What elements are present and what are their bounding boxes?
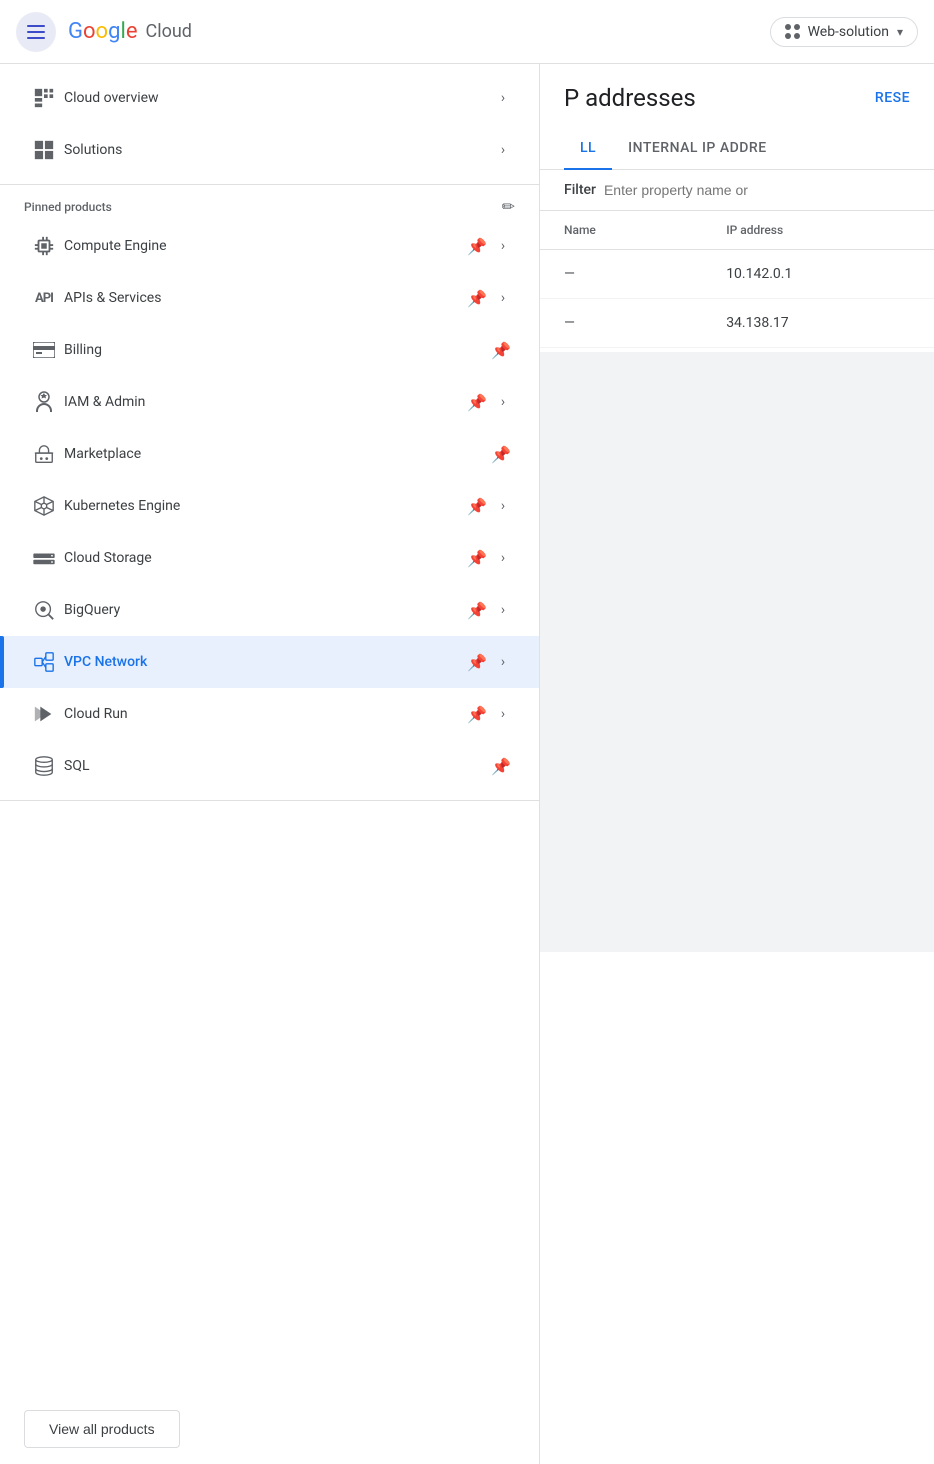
sidebar-item-compute-engine[interactable]: Compute Engine 📌 ›	[0, 220, 539, 272]
ip-tabs: LL INTERNAL IP ADDRE	[540, 128, 934, 170]
arrow-right-icon: ›	[491, 494, 515, 518]
cloud-text: Cloud	[145, 21, 191, 42]
pin-icon: 📌	[463, 388, 491, 416]
arrow-right-icon: ›	[491, 546, 515, 570]
row-name: —	[540, 250, 702, 299]
pinned-header: Pinned products ✏	[0, 185, 539, 220]
col-name: Name	[540, 211, 702, 250]
pinned-title: Pinned products	[24, 200, 112, 214]
sidebar-item-billing[interactable]: Billing 📌	[0, 324, 539, 376]
sidebar-label-solutions: Solutions	[64, 142, 491, 158]
filter-label: Filter	[564, 182, 596, 198]
google-logo: Google	[68, 19, 137, 44]
sidebar-label-kubernetes: Kubernetes Engine	[64, 498, 463, 514]
pin-icon: 📌	[463, 544, 491, 572]
sidebar-divider	[0, 800, 539, 801]
sidebar-item-cloud-storage[interactable]: Cloud Storage 📌 ›	[0, 532, 539, 584]
kubernetes-icon	[24, 495, 64, 517]
ip-page-header: P addresses RESE	[540, 64, 934, 112]
pin-icon: 📌	[487, 440, 515, 468]
menu-button[interactable]	[16, 12, 56, 52]
tab-internal[interactable]: INTERNAL IP ADDRE	[612, 128, 783, 170]
sidebar-item-cloud-overview[interactable]: Cloud overview ›	[0, 72, 539, 124]
sidebar-item-iam-admin[interactable]: IAM & Admin 📌 ›	[0, 376, 539, 428]
pin-icon: 📌	[463, 596, 491, 624]
arrow-right-icon: ›	[491, 86, 515, 110]
sidebar-label-marketplace: Marketplace	[64, 446, 487, 462]
project-selector[interactable]: Web-solution ▾	[770, 17, 918, 47]
sidebar-label-billing: Billing	[64, 342, 487, 358]
sidebar-label-compute-engine: Compute Engine	[64, 238, 463, 254]
sidebar-item-marketplace[interactable]: Marketplace 📌	[0, 428, 539, 480]
pin-icon: 📌	[463, 232, 491, 260]
sidebar-label-bigquery: BigQuery	[64, 602, 463, 618]
row-name: —	[540, 299, 702, 348]
solutions-icon	[24, 139, 64, 161]
sidebar-label-vpc: VPC Network	[64, 654, 463, 670]
hamburger-icon	[27, 25, 45, 39]
arrow-right-icon: ›	[491, 390, 515, 414]
view-all-products-button[interactable]: View all products	[24, 1410, 180, 1448]
filter-bar: Filter	[540, 170, 934, 211]
sidebar-item-cloud-run[interactable]: Cloud Run 📌 ›	[0, 688, 539, 740]
pin-icon: 📌	[487, 336, 515, 364]
arrow-right-icon: ›	[491, 650, 515, 674]
sidebar-label-iam: IAM & Admin	[64, 394, 463, 410]
reserve-button[interactable]: RESE	[875, 90, 910, 106]
sidebar-item-apis-services[interactable]: API APIs & Services 📌 ›	[0, 272, 539, 324]
pin-icon: 📌	[463, 700, 491, 728]
pin-icon: 📌	[463, 492, 491, 520]
col-ip: IP address	[702, 211, 934, 250]
ip-table: Name IP address — 10.142.0.1 — 34.138.17	[540, 211, 934, 348]
view-all-container: View all products	[0, 1394, 539, 1464]
sidebar-item-solutions[interactable]: Solutions ›	[0, 124, 539, 176]
pin-icon: 📌	[463, 648, 491, 676]
arrow-right-icon: ›	[491, 702, 515, 726]
arrow-right-icon: ›	[491, 138, 515, 162]
project-icon	[785, 24, 800, 39]
cloud-run-icon	[24, 703, 64, 725]
row-ip: 10.142.0.1	[702, 250, 934, 299]
empty-content-area	[540, 352, 934, 952]
cloud-overview-icon	[24, 87, 64, 109]
row-ip: 34.138.17	[702, 299, 934, 348]
tab-all[interactable]: LL	[564, 128, 612, 170]
sidebar-item-kubernetes[interactable]: Kubernetes Engine 📌 ›	[0, 480, 539, 532]
table-row[interactable]: — 34.138.17	[540, 299, 934, 348]
sidebar-label-storage: Cloud Storage	[64, 550, 463, 566]
billing-icon	[24, 342, 64, 358]
sidebar-label-cloud-overview: Cloud overview	[64, 90, 491, 106]
project-name: Web-solution	[808, 24, 889, 40]
pin-icon: 📌	[487, 752, 515, 780]
iam-icon	[24, 391, 64, 413]
marketplace-icon	[24, 443, 64, 465]
sidebar-label-apis: APIs & Services	[64, 290, 463, 306]
sidebar-item-sql[interactable]: SQL 📌	[0, 740, 539, 792]
sidebar-item-vpc-network[interactable]: VPC Network 📌 ›	[0, 636, 539, 688]
sidebar-label-cloud-run: Cloud Run	[64, 706, 463, 722]
sidebar-label-sql: SQL	[64, 758, 487, 774]
compute-engine-icon	[24, 235, 64, 257]
main-layout: Cloud overview › Solutions › Pinned prod…	[0, 64, 934, 1464]
edit-icon[interactable]: ✏	[502, 197, 515, 216]
right-content: P addresses RESE LL INTERNAL IP ADDRE Fi…	[540, 64, 934, 1464]
page-title: P addresses	[564, 84, 696, 112]
arrow-right-icon: ›	[491, 598, 515, 622]
cloud-storage-icon	[24, 550, 64, 566]
sql-icon	[24, 755, 64, 777]
sidebar-nav-section: Cloud overview › Solutions ›	[0, 64, 539, 185]
bigquery-icon	[24, 599, 64, 621]
pin-icon: 📌	[463, 284, 491, 312]
apis-icon: API	[24, 291, 64, 306]
sidebar: Cloud overview › Solutions › Pinned prod…	[0, 64, 540, 1464]
topbar: Google Cloud Web-solution ▾	[0, 0, 934, 64]
filter-input[interactable]	[604, 182, 910, 198]
vpc-network-icon	[24, 651, 64, 673]
ip-addresses-page: P addresses RESE LL INTERNAL IP ADDRE Fi…	[540, 64, 934, 1464]
sidebar-item-bigquery[interactable]: BigQuery 📌 ›	[0, 584, 539, 636]
arrow-right-icon: ›	[491, 234, 515, 258]
arrow-right-icon: ›	[491, 286, 515, 310]
table-row[interactable]: — 10.142.0.1	[540, 250, 934, 299]
chevron-down-icon: ▾	[897, 25, 903, 39]
